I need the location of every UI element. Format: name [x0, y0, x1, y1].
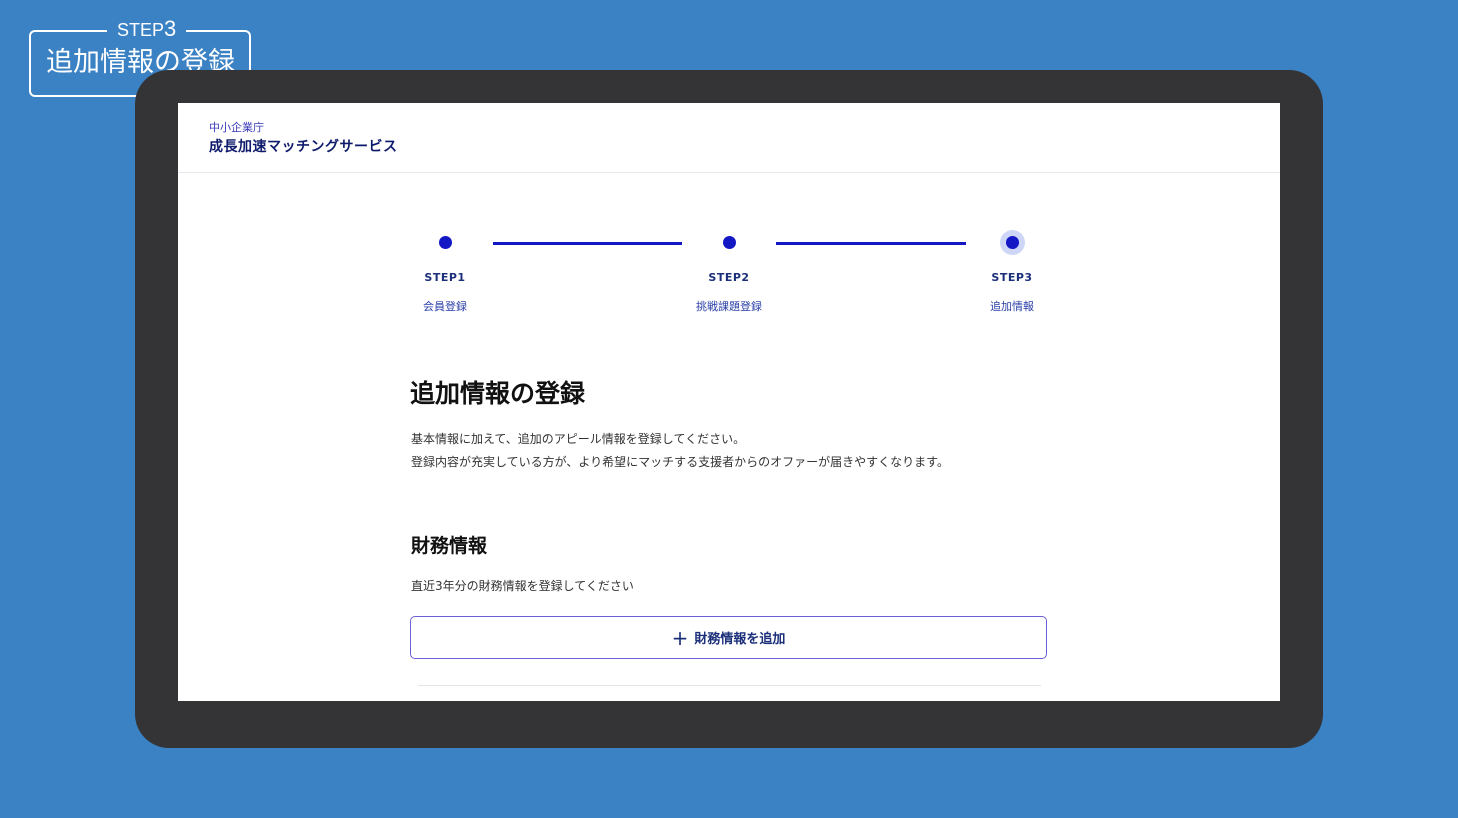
financial-section-title: 財務情報	[411, 535, 488, 557]
app-screen: 中小企業庁 成長加速マッチングサービス STEP1 STEP2 STEP3 会員…	[178, 103, 1280, 701]
plus-icon: +	[671, 625, 689, 650]
section-divider	[418, 685, 1041, 686]
caption-step: STEP3	[107, 16, 187, 41]
step3-number: STEP3	[991, 271, 1033, 284]
add-financial-info-button[interactable]: + 財務情報を追加	[410, 616, 1047, 659]
caption-step-number: 3	[164, 16, 177, 41]
page-description-line1: 基本情報に加えて、追加のアピール情報を登録してください。	[411, 432, 746, 446]
step1-label: 会員登録	[423, 300, 467, 313]
agency-name: 中小企業庁	[209, 121, 264, 134]
add-financial-info-label: 財務情報を追加	[694, 632, 786, 647]
step2-number: STEP2	[708, 271, 750, 284]
step1-number: STEP1	[424, 271, 466, 284]
step2-dot	[723, 236, 736, 249]
step-connector-1	[493, 242, 682, 245]
step3-label: 追加情報	[990, 300, 1034, 313]
financial-section-description: 直近3年分の財務情報を登録してください	[411, 579, 634, 593]
service-logo[interactable]: 成長加速マッチングサービス	[209, 136, 398, 156]
step-connector-2	[776, 242, 966, 245]
site-header: 中小企業庁 成長加速マッチングサービス	[178, 103, 1280, 173]
step3-dot	[1006, 236, 1019, 249]
step1-dot	[439, 236, 452, 249]
caption-step-prefix: STEP	[117, 20, 165, 40]
page-title: 追加情報の登録	[410, 379, 586, 408]
page-description-line2: 登録内容が充実している方が、より希望にマッチする支援者からのオファーが届きやすく…	[411, 455, 949, 469]
step2-label: 挑戦課題登録	[696, 300, 762, 313]
